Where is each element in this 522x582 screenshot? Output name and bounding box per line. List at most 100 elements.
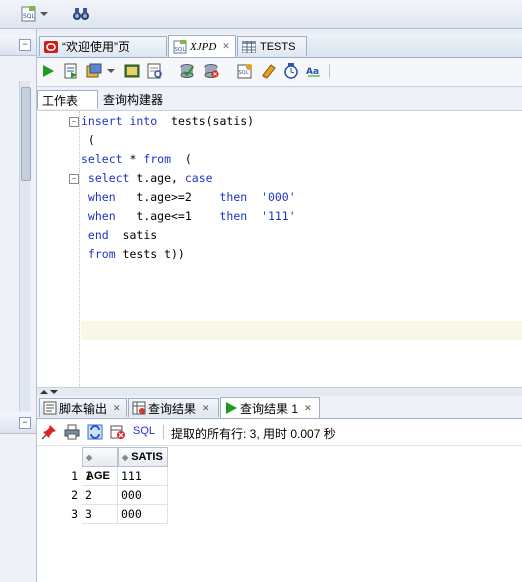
toolbar-divider xyxy=(329,64,330,78)
tab-xjpd[interactable]: SQL XJPD ✕ xyxy=(168,35,236,57)
close-icon[interactable]: ✕ xyxy=(304,403,312,414)
code-line[interactable]: insert into tests(satis) xyxy=(81,112,254,131)
table-cell[interactable]: 2 xyxy=(82,486,118,505)
column-header-satis-label: SATIS xyxy=(131,451,163,463)
code-line[interactable]: from tests t)) xyxy=(81,245,185,264)
sql-keyword: from xyxy=(81,247,116,261)
print-icon[interactable] xyxy=(64,424,80,440)
rollback-icon[interactable] xyxy=(124,63,140,79)
tab-query-result-1-label: 查询结果 1 xyxy=(240,401,299,416)
minimize-button[interactable]: − xyxy=(19,39,31,51)
column-header-satis[interactable]: ◆ SATIS xyxy=(118,447,168,467)
database-check-icon[interactable] xyxy=(179,63,195,79)
pin-icon[interactable] xyxy=(41,424,57,440)
table-cell[interactable]: 000 xyxy=(118,486,168,505)
refresh-icon[interactable] xyxy=(87,424,103,440)
row-number[interactable]: 1 xyxy=(57,467,81,486)
row-number[interactable]: 3 xyxy=(57,505,81,524)
sql-keyword: select xyxy=(81,171,130,185)
code-line[interactable]: ( xyxy=(81,131,95,150)
chevron-down-icon[interactable] xyxy=(107,63,115,79)
sql-text: t.age, xyxy=(129,171,185,185)
sql-text: * xyxy=(122,152,144,166)
left-panel-scrollbar[interactable] xyxy=(19,81,31,411)
tab-welcome-label: “欢迎使用”页 xyxy=(62,40,130,54)
sql-keyword: when xyxy=(81,209,116,223)
close-icon[interactable]: ✕ xyxy=(202,403,210,414)
sql-button[interactable]: SQL xyxy=(133,425,155,437)
results-grid[interactable]: ◆ AGE ◆ SATIS 1 1 111 2 2 000 3 3 000 xyxy=(37,446,522,582)
close-icon[interactable]: ✕ xyxy=(113,403,121,414)
svg-text:SQL: SQL xyxy=(175,47,187,53)
table-cell[interactable]: 1 xyxy=(82,467,118,486)
minimize-lower-button[interactable]: − xyxy=(19,417,31,429)
main-toolbar: SQL xyxy=(0,0,522,29)
tab-tests[interactable]: TESTS xyxy=(237,36,307,56)
sql-text: t.age>=2 xyxy=(115,190,220,204)
row-number[interactable]: 2 xyxy=(57,486,81,505)
tab-worksheet[interactable]: 工作表 xyxy=(37,90,98,109)
result-tab-bar: 脚本输出 ✕ 查询结果 ✕ 查询结果 1 ✕ xyxy=(37,396,522,419)
tab-query-result-label: 查询结果 xyxy=(148,401,197,416)
sql-keyword: insert into xyxy=(81,114,158,128)
column-header-age[interactable]: ◆ AGE xyxy=(82,447,118,482)
table-cell[interactable]: 111 xyxy=(118,467,168,486)
code-line[interactable]: end satis xyxy=(81,226,157,245)
sql-keyword: select xyxy=(81,152,123,166)
database-delete-icon[interactable] xyxy=(203,63,219,79)
sql-tuning-icon[interactable]: SQL xyxy=(237,63,253,79)
fold-toggle-icon[interactable]: − xyxy=(69,174,79,184)
oracle-icon xyxy=(44,40,58,53)
run-script-icon[interactable] xyxy=(63,63,79,79)
chevron-down-icon[interactable] xyxy=(39,5,49,23)
commit-icon[interactable] xyxy=(86,63,102,79)
sql-keyword: end xyxy=(81,228,109,242)
editor-subtab-bar: 工作表 查询构建器 xyxy=(37,88,522,111)
sql-dropdown-icon[interactable]: SQL xyxy=(20,5,38,23)
close-icon[interactable]: ✕ xyxy=(222,41,230,52)
sql-keyword: then xyxy=(219,190,248,204)
sql-string: '000' xyxy=(247,190,296,204)
code-line[interactable]: when t.age<=1 then '111' xyxy=(81,207,296,226)
run-statement-icon[interactable] xyxy=(40,63,56,79)
document-tab-bar: “欢迎使用”页 SQL XJPD ✕ TESTS xyxy=(37,34,522,58)
editor-toolbar: SQL Aa xyxy=(37,58,522,87)
sql-text: tests t)) xyxy=(115,247,185,261)
table-cell[interactable]: 000 xyxy=(118,505,168,524)
eraser-icon[interactable] xyxy=(260,63,276,79)
cancel-query-icon[interactable] xyxy=(110,424,126,440)
sql-text: satis xyxy=(108,228,158,242)
current-line-highlight xyxy=(81,321,522,340)
tab-query-result[interactable]: 查询结果 ✕ xyxy=(128,398,219,417)
scrollbar-thumb[interactable] xyxy=(21,87,31,181)
tab-tests-label: TESTS xyxy=(260,40,296,53)
svg-text:SQL: SQL xyxy=(23,13,36,20)
sql-keyword: case xyxy=(184,171,213,185)
tab-query-builder[interactable]: 查询构建器 xyxy=(99,90,167,109)
sql-keyword: from xyxy=(143,152,172,166)
binoculars-icon[interactable] xyxy=(72,5,90,23)
code-line[interactable]: when t.age>=2 then '000' xyxy=(81,188,296,207)
result-toolbar: SQL 提取的所有行: 3, 用时 0.007 秒 xyxy=(37,419,522,446)
sql-string: '111' xyxy=(247,209,296,223)
code-line[interactable]: select * from ( xyxy=(81,150,192,169)
sql-text: ( xyxy=(171,152,192,166)
table-cell[interactable]: 3 xyxy=(82,505,118,524)
explain-plan-icon[interactable] xyxy=(147,63,163,79)
sql-text: ( xyxy=(81,133,95,147)
history-icon[interactable] xyxy=(283,63,299,79)
code-line[interactable]: select t.age, case xyxy=(81,169,213,188)
tab-welcome[interactable]: “欢迎使用”页 xyxy=(39,36,167,56)
table-icon xyxy=(241,40,257,53)
sql-editor[interactable]: − − insert into tests(satis) (select * f… xyxy=(37,111,522,387)
fold-toggle-icon[interactable]: − xyxy=(69,117,79,127)
tab-query-result-1[interactable]: 查询结果 1 ✕ xyxy=(220,397,320,418)
left-lower-panel-header: − xyxy=(0,413,36,434)
tab-script-output[interactable]: 脚本输出 ✕ xyxy=(39,398,127,417)
format-case-icon[interactable]: Aa xyxy=(306,63,322,79)
tab-script-output-label: 脚本输出 xyxy=(59,401,108,416)
tab-query-builder-label: 查询构建器 xyxy=(103,93,164,107)
left-panel: − − xyxy=(0,29,37,582)
svg-text:SQL: SQL xyxy=(239,70,249,76)
sql-keyword: when xyxy=(81,190,116,204)
